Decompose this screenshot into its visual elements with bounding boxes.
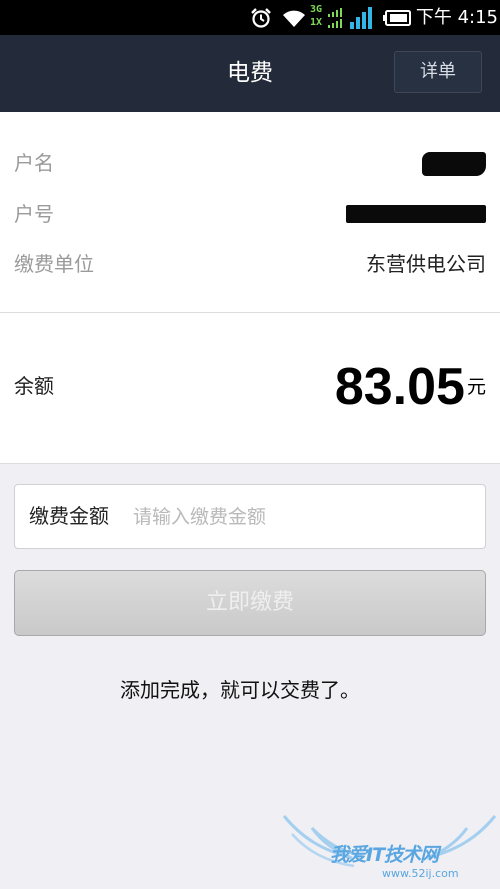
pay-now-button[interactable]: 立即缴费 xyxy=(14,570,486,636)
status-time: 下午 4:15 xyxy=(415,7,498,28)
watermark-url: www.52ij.com xyxy=(382,867,459,880)
payment-amount-label: 缴费金额 xyxy=(29,504,109,528)
watermark-text: 我爱IT技术网 xyxy=(330,844,439,866)
balance-value: 83.05 xyxy=(334,358,465,416)
title-bar: 电费 详单 xyxy=(0,35,500,112)
payment-unit-row: 缴费单位 东营供电公司 xyxy=(0,244,500,284)
account-info-section: 户名 户号 缴费单位 东营供电公司 xyxy=(0,112,500,313)
balance-label: 余额 xyxy=(14,374,54,398)
balance-section: 余额 83.05 元 xyxy=(0,313,500,464)
instruction-caption: 添加完成，就可以交费了。 xyxy=(120,678,360,702)
payment-unit-value: 东营供电公司 xyxy=(366,252,486,276)
payment-amount-field[interactable]: 缴费金额 xyxy=(14,484,486,549)
redacted-account-number xyxy=(346,205,486,223)
detail-button[interactable]: 详单 xyxy=(394,51,482,93)
balance-unit: 元 xyxy=(466,376,486,398)
redacted-account-name xyxy=(422,152,486,176)
payment-unit-label: 缴费单位 xyxy=(14,252,94,276)
page-title: 电费 xyxy=(227,60,273,86)
alarm-clock-icon xyxy=(251,8,271,28)
balance-amount: 83.05 元 xyxy=(335,357,486,417)
cell-signal-icon xyxy=(350,7,372,29)
status-bar: 3G 1X 下午 4:15 xyxy=(0,0,500,35)
account-name-row: 户名 xyxy=(0,143,500,183)
data-signal-icon xyxy=(328,8,342,28)
account-number-row: 户号 xyxy=(0,194,500,234)
account-number-label: 户号 xyxy=(14,202,54,226)
wifi-icon xyxy=(283,10,305,27)
payment-amount-input[interactable] xyxy=(133,495,473,538)
battery-icon xyxy=(383,10,411,26)
account-name-label: 户名 xyxy=(14,151,54,175)
